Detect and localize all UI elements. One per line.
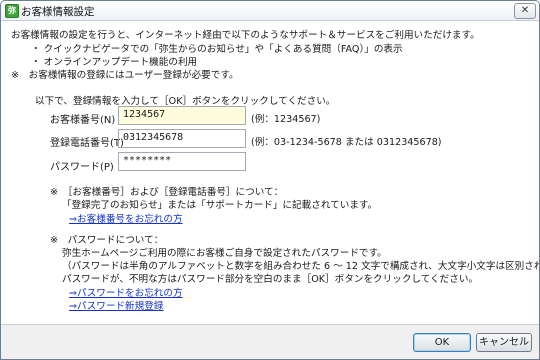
forgot-customer-number-link[interactable]: ⇒お客様番号をお忘れの方 [69,211,183,225]
window-title: お客様情報設定 [21,6,95,18]
dialog-window: 弥 お客様情報設定 ✕ お客様情報の設定を行うと、インターネット経由で以下のよう… [0,0,540,360]
forgot-password-link[interactable]: ⇒パスワードをお忘れの方 [69,285,183,299]
phone-example: (例：03-1234-5678 または 0312345678) [251,137,442,148]
password-input[interactable]: ******** [118,152,246,171]
note2-text-2: （パスワードは半角のアルファベットと数字を組み合わせた 6 ～ 12 文字で構成… [62,261,540,272]
customer-number-example: (例：1234567) [251,114,321,125]
intro-bullet-1: ・ クイックナビゲータでの「弥生からのお知らせ」や「よくある質問（FAQ）」の表… [31,44,403,55]
note2-text-3: パスワードが、不明な方はパスワード部分を空白のまま［OK］ボタンをクリックしてく… [62,274,479,285]
dialog-content: お客様情報の設定を行うと、インターネット経由で以下のようなサポート＆サービスをご… [1,21,539,359]
intro-bullet-2: ・ オンラインアップデート機能の利用 [31,57,198,68]
title-bar[interactable]: 弥 お客様情報設定 ✕ [1,1,539,21]
new-password-link[interactable]: ⇒パスワード新規登録 [69,298,163,312]
phone-label: 登録電話番号(T) [50,138,124,149]
intro-note: ※ お客様情報の登録にはユーザー登録が必要です。 [11,70,239,81]
note2-text-1: 弥生ホームページご利用の際にお客様ご自身で設定されたパスワードです。 [62,248,387,259]
close-button[interactable]: ✕ [514,3,536,19]
cancel-button[interactable]: キャンセル [476,333,532,352]
note1-heading: ※ ［お客様番号］および［登録電話番号］について： [50,187,284,198]
button-bar: OK キャンセル [1,324,539,359]
note1-text: 「登録完了のお知らせ」または「サポートカード」に記載されています。 [62,200,378,211]
intro-text: お客様情報の設定を行うと、インターネット経由で以下のようなサポート＆サービスをご… [11,30,480,41]
customer-number-label: お客様番号(N) [50,115,116,126]
note2-heading: ※ パスワードについて： [50,235,164,246]
ok-button[interactable]: OK [413,333,471,352]
password-label: パスワード(P) [50,162,114,173]
form-instruction: 以下で、登録情報を入力して［OK］ボタンをクリックしてください。 [35,96,336,107]
customer-number-input[interactable]: 1234567 [118,106,246,125]
app-icon: 弥 [5,4,19,18]
phone-input[interactable]: 0312345678 [118,129,246,148]
